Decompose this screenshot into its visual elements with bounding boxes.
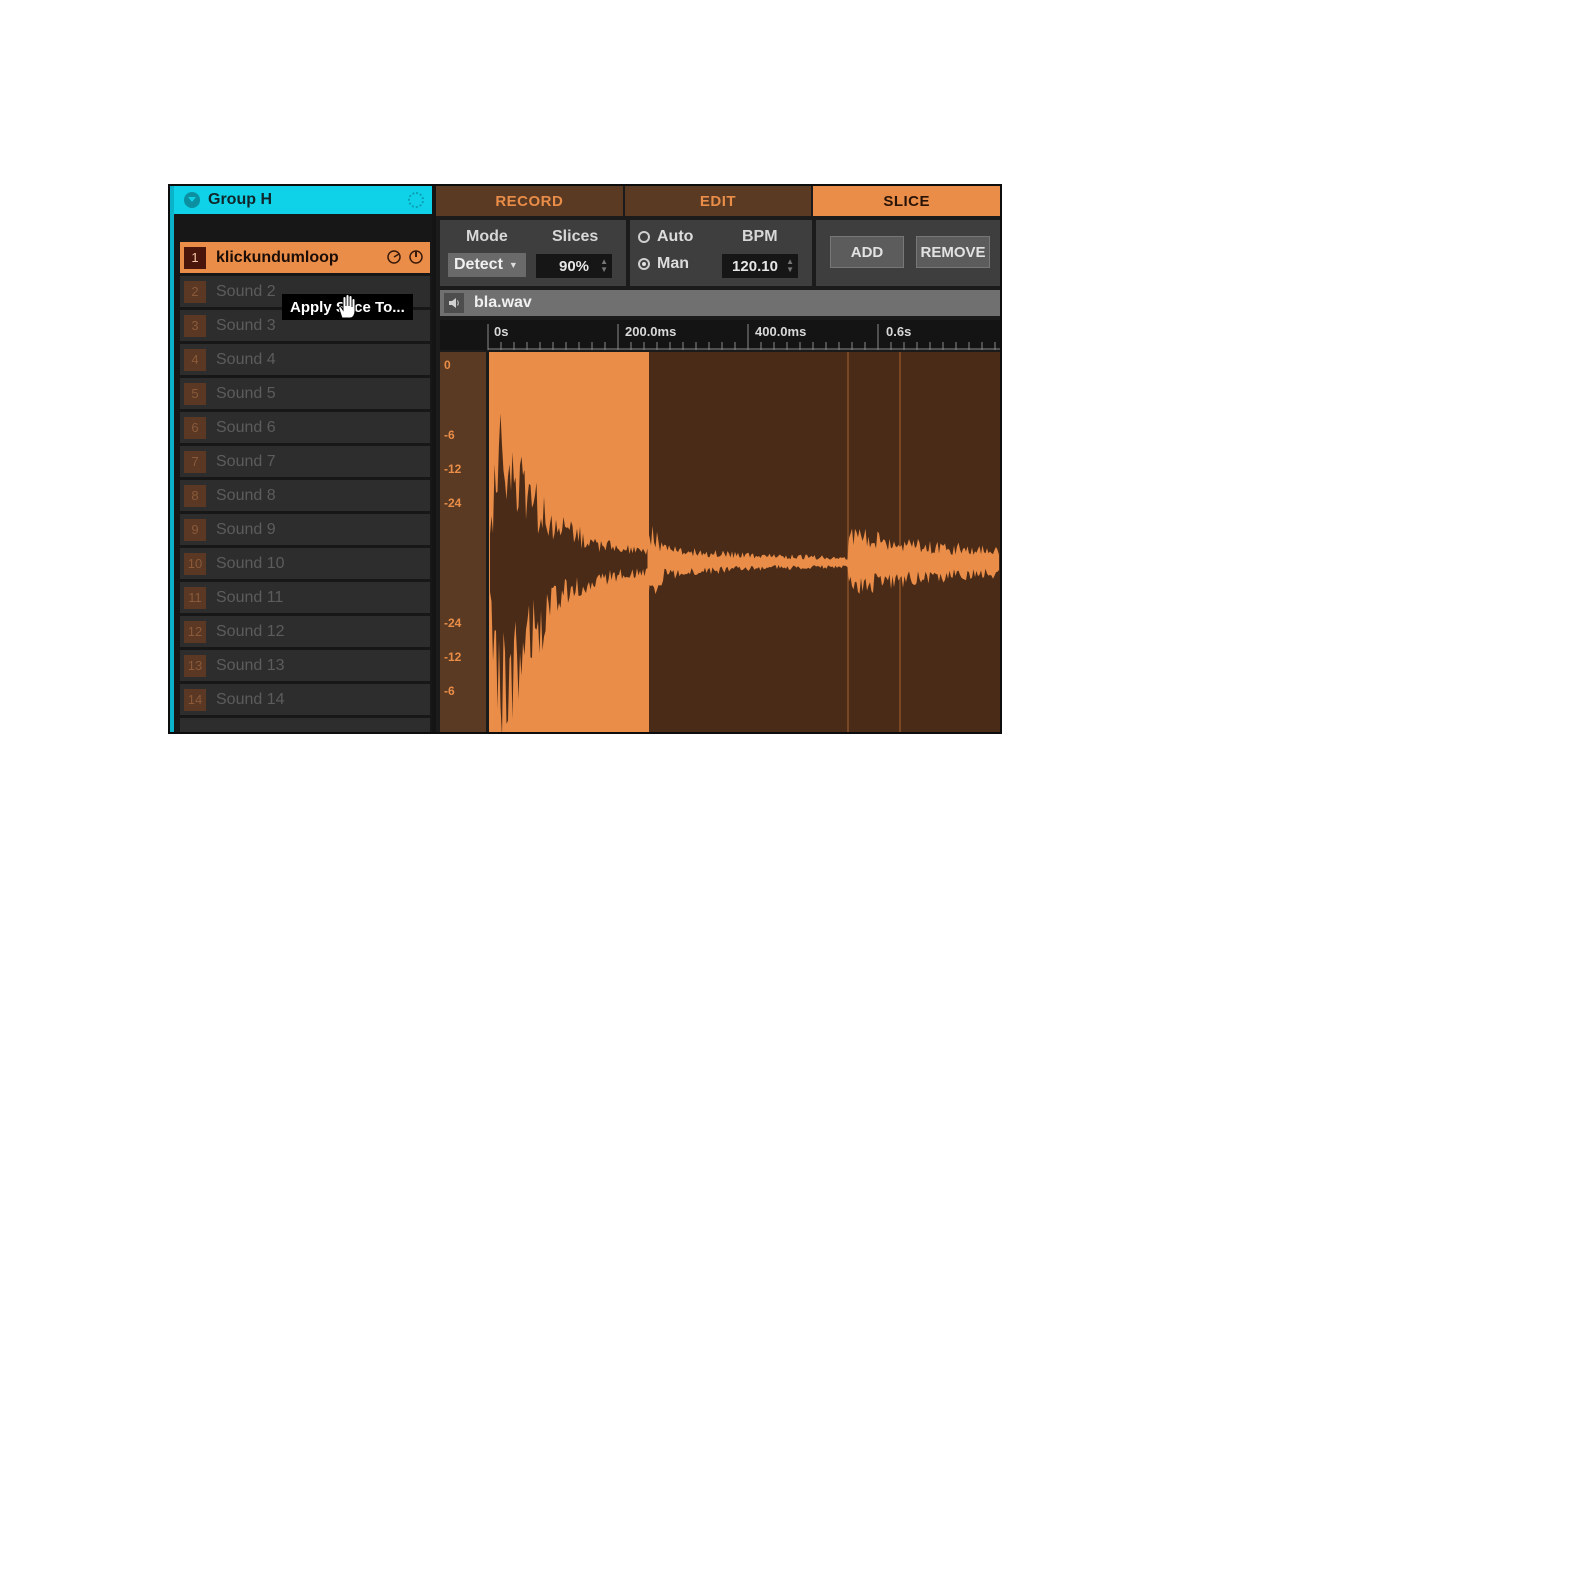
speaker-icon[interactable] xyxy=(444,293,464,313)
sound-label: Sound 8 xyxy=(216,486,276,504)
sound-number: 8 xyxy=(184,484,206,507)
sound-slot-partial[interactable] xyxy=(180,718,430,732)
bpm-value: 120.10 xyxy=(732,257,778,275)
sound-label: Sound 9 xyxy=(216,520,276,538)
sound-number: 1 xyxy=(184,246,206,269)
sound-number: 11 xyxy=(184,586,206,609)
sound-number: 3 xyxy=(184,314,206,337)
remove-button[interactable]: REMOVE xyxy=(916,236,990,268)
sound-number: 12 xyxy=(184,620,206,643)
sound-label: Sound 12 xyxy=(216,622,285,640)
man-radio[interactable]: Man xyxy=(638,255,689,273)
slice-buttons-group: ADD REMOVE xyxy=(816,220,1000,286)
sound-label: Sound 11 xyxy=(216,588,284,606)
auto-label: Auto xyxy=(657,228,694,245)
ruler-ticks xyxy=(487,324,1000,350)
stepper-arrows-icon[interactable]: ▲ ▼ xyxy=(600,258,608,274)
sound-slot-11[interactable]: 11 Sound 11 xyxy=(180,582,430,613)
sound-slot-1[interactable]: 1 klickundumloop xyxy=(180,242,430,273)
sound-panel: Group H 1 klickundumloop 2 Sound 2 3 Sound 3 4… xyxy=(170,186,432,732)
mode-label: Mode xyxy=(466,228,508,245)
sound-slot-6[interactable]: 6 Sound 6 xyxy=(180,412,430,443)
sound-slot-10[interactable]: 10 Sound 10 xyxy=(180,548,430,579)
chevron-down-icon: ▼ xyxy=(508,260,518,270)
slices-label: Slices xyxy=(552,228,599,245)
sound-slot-4[interactable]: 4 Sound 4 xyxy=(180,344,430,375)
sound-label: Sound 13 xyxy=(216,656,285,674)
bpm-group: Auto Man BPM 120.10 ▲ ▼ xyxy=(630,220,812,286)
sound-number: 14 xyxy=(184,688,206,711)
tab-edit[interactable]: EDIT xyxy=(624,186,814,216)
sound-slot-8[interactable]: 8 Sound 8 xyxy=(180,480,430,511)
editor-panel: RECORD EDIT SLICE Mode Slices Detect ▼ 9… xyxy=(436,186,1000,732)
stepper-arrows-icon[interactable]: ▲ ▼ xyxy=(786,258,794,274)
sound-number: 10 xyxy=(184,552,206,575)
db-label: -6 xyxy=(444,428,455,442)
db-label: 0 xyxy=(444,358,451,372)
sound-label: Sound 14 xyxy=(216,690,285,708)
mode-dropdown[interactable]: Detect ▼ xyxy=(448,253,526,277)
sound-label: Sound 6 xyxy=(216,418,276,436)
sound-number: 7 xyxy=(184,450,206,473)
ruler-label: 400.0ms xyxy=(755,324,807,339)
sound-number: 2 xyxy=(184,280,206,303)
hand-cursor-icon xyxy=(338,294,356,319)
sound-number: 6 xyxy=(184,416,206,439)
auto-radio[interactable]: Auto xyxy=(638,228,693,246)
tab-record[interactable]: RECORD xyxy=(436,186,625,216)
sound-slot-5[interactable]: 5 Sound 5 xyxy=(180,378,430,409)
file-name: bla.wav xyxy=(474,294,532,311)
sound-label: Sound 4 xyxy=(216,350,276,368)
sound-slot-14[interactable]: 14 Sound 14 xyxy=(180,684,430,715)
sound-number: 13 xyxy=(184,654,206,677)
time-ruler[interactable]: 0s 200.0ms 400.0ms 0.6s xyxy=(440,320,1000,350)
sound-number: 4 xyxy=(184,348,206,371)
sound-label: Sound 3 xyxy=(216,316,276,334)
sound-slot-12[interactable]: 12 Sound 12 xyxy=(180,616,430,647)
sound-label: klickundumloop xyxy=(216,248,339,266)
tune-icon[interactable] xyxy=(386,249,402,265)
db-label: -6 xyxy=(444,684,455,698)
sound-number: 9 xyxy=(184,518,206,541)
db-label: -24 xyxy=(444,496,462,510)
power-icon[interactable] xyxy=(408,249,424,265)
db-label: -12 xyxy=(444,650,462,664)
sound-label: Sound 2 xyxy=(216,282,276,300)
man-label: Man xyxy=(657,255,689,272)
sound-slot-13[interactable]: 13 Sound 13 xyxy=(180,650,430,681)
waveform-display[interactable] xyxy=(488,352,1000,732)
slices-value: 90% xyxy=(558,257,590,275)
add-button[interactable]: ADD xyxy=(830,236,904,268)
sound-label: Sound 7 xyxy=(216,452,276,470)
mode-slices-group: Mode Slices Detect ▼ 90% ▲ ▼ xyxy=(440,220,626,286)
radio-icon xyxy=(638,231,650,243)
group-options-icon[interactable] xyxy=(408,192,424,208)
row-tools xyxy=(386,249,424,265)
slice-editor-window: Group H 1 klickundumloop 2 Sound 2 3 Sound 3 4… xyxy=(168,184,1002,734)
ruler-label: 0.6s xyxy=(886,324,912,339)
mode-value: Detect xyxy=(454,256,503,273)
ruler-label: 0s xyxy=(494,324,509,339)
tab-bar: RECORD EDIT SLICE xyxy=(436,186,1000,216)
db-scale: 0 -6 -12 -24 -24 -12 -6 xyxy=(440,352,486,732)
group-name: Group H xyxy=(208,191,272,208)
slice-controls: Mode Slices Detect ▼ 90% ▲ ▼ Auto Man BP… xyxy=(440,220,1000,286)
db-label: -24 xyxy=(444,616,462,630)
bpm-label: BPM xyxy=(742,228,778,245)
group-header[interactable]: Group H xyxy=(174,186,432,214)
file-bar: bla.wav xyxy=(440,290,1000,316)
chevron-down-icon[interactable] xyxy=(184,192,200,208)
sound-label: Sound 5 xyxy=(216,384,276,402)
bpm-stepper[interactable]: 120.10 ▲ ▼ xyxy=(722,254,798,278)
sound-slot-9[interactable]: 9 Sound 9 xyxy=(180,514,430,545)
slices-stepper[interactable]: 90% ▲ ▼ xyxy=(536,254,612,278)
sound-label: Sound 10 xyxy=(216,554,285,572)
ruler-label: 200.0ms xyxy=(625,324,677,339)
tab-slice[interactable]: SLICE xyxy=(813,186,1000,216)
sound-number: 5 xyxy=(184,382,206,405)
db-label: -12 xyxy=(444,462,462,476)
sound-slot-7[interactable]: 7 Sound 7 xyxy=(180,446,430,477)
radio-selected-icon xyxy=(638,258,650,270)
